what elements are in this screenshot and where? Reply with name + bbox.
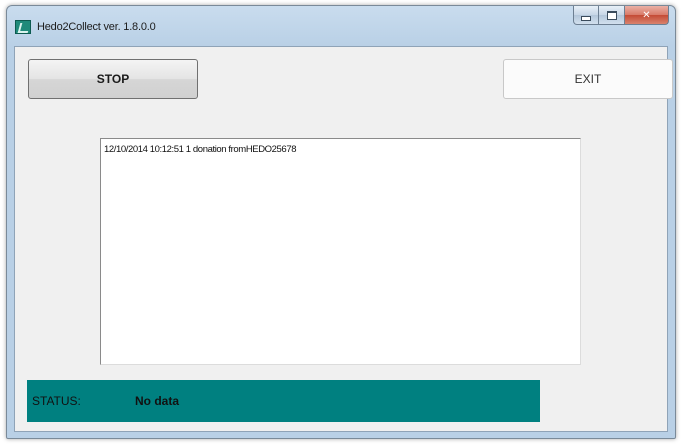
minimize-icon — [581, 15, 591, 21]
log-line: 12/10/2014 10:12:51 1 donation fromHEDO2… — [104, 144, 297, 155]
maximize-button[interactable] — [599, 6, 625, 25]
app-window: Hedo2Collect ver. 1.8.0.0 ✕ STOP EXIT 12… — [6, 5, 676, 439]
app-logo-icon — [15, 20, 31, 34]
minimize-button[interactable] — [573, 6, 599, 25]
close-icon: ✕ — [642, 9, 651, 21]
window-controls: ✕ — [573, 6, 669, 26]
close-button[interactable]: ✕ — [625, 6, 669, 25]
client-area: STOP EXIT 12/10/2014 10:12:51 1 donation… — [14, 46, 673, 432]
status-bar: STATUS: No data — [27, 380, 540, 422]
maximize-icon — [606, 10, 617, 20]
status-label: STATUS: — [32, 394, 81, 408]
stop-button[interactable]: STOP — [28, 59, 198, 99]
title-bar[interactable]: Hedo2Collect ver. 1.8.0.0 ✕ — [7, 6, 675, 46]
status-value: No data — [135, 394, 180, 408]
exit-button[interactable]: EXIT — [503, 59, 673, 99]
window-title: Hedo2Collect ver. 1.8.0.0 — [37, 21, 156, 33]
log-textbox[interactable]: 12/10/2014 10:12:51 1 donation fromHEDO2… — [100, 138, 581, 365]
